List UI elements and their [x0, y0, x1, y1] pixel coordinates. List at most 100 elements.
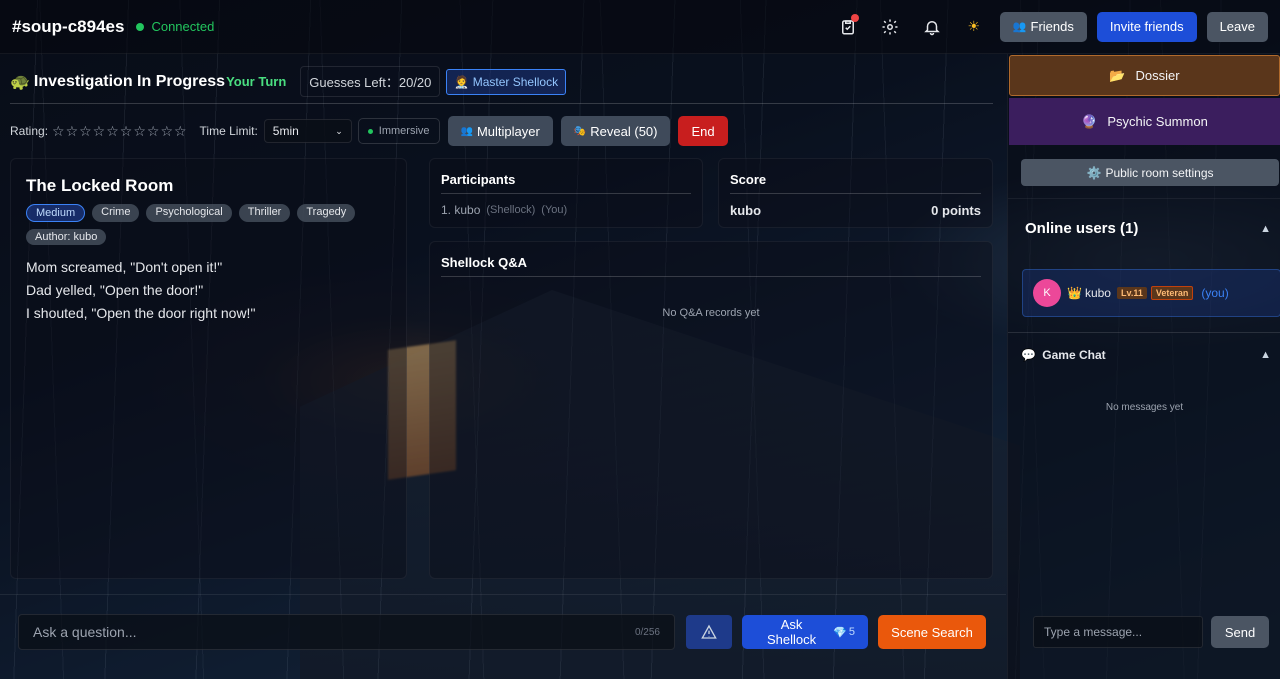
- time-limit-value: 5min: [272, 124, 299, 138]
- room-name: #soup-c894es: [12, 16, 125, 36]
- tasks-button[interactable]: [832, 11, 864, 43]
- scene-search-button[interactable]: Scene Search: [878, 615, 986, 649]
- folder-icon: 📂: [1109, 67, 1126, 83]
- send-button[interactable]: Send: [1211, 616, 1269, 648]
- qa-empty-message: No Q&A records yet: [662, 307, 760, 319]
- chat-empty-message: No messages yet: [1105, 402, 1184, 413]
- level-badge: Lv.11: [1116, 287, 1147, 299]
- master-icon: 🧑‍⚕️: [454, 74, 470, 89]
- game-chat-title: 💬 Game Chat: [1021, 348, 1106, 362]
- friends-button[interactable]: 👥 Friends: [999, 11, 1087, 42]
- app-root: #soup-c894es Connected ☀ 👥 Friends Invit…: [0, 0, 1280, 679]
- online-users-header[interactable]: Online users (1) ▲: [1008, 198, 1280, 258]
- score-row: kubo 0 points: [730, 203, 981, 218]
- reveal-button[interactable]: 🎭 Reveal (50): [560, 116, 671, 146]
- avatar: K: [1033, 279, 1061, 307]
- story-line: Mom screamed, "Don't open it!": [26, 259, 223, 275]
- leave-button[interactable]: Leave: [1206, 11, 1268, 42]
- room-settings-label: Public room settings: [1105, 165, 1214, 180]
- sun-icon: ☀: [967, 18, 981, 34]
- ask-input-wrapper: 0/256: [18, 614, 675, 650]
- your-turn-badge: Your Turn: [226, 74, 287, 89]
- chat-message-input[interactable]: [1033, 616, 1203, 648]
- bell-icon: [924, 20, 940, 35]
- online-user-card[interactable]: K 👑 kubo Lv.11 Veteran (you): [1022, 269, 1280, 317]
- tag-psychological: Psychological: [146, 204, 232, 222]
- gear-icon: [882, 19, 898, 34]
- tag-author: Author: kubo: [26, 229, 107, 245]
- tag-tragedy: Tragedy: [297, 204, 356, 222]
- chevron-down-icon: ⌄: [335, 125, 343, 136]
- top-bar: #soup-c894es Connected ☀ 👥 Friends Invit…: [0, 0, 1280, 54]
- score-panel: Score kubo 0 points: [718, 158, 993, 228]
- collapse-caret-icon: ▲: [1260, 348, 1271, 361]
- participant-role: (Shellock): [486, 204, 536, 216]
- master-shellock-tag: 🧑‍⚕️ Master Shellock: [446, 68, 567, 95]
- multiplayer-label: Multiplayer: [476, 123, 540, 139]
- story-title: The Locked Room: [26, 176, 174, 195]
- participants-title: Participants: [441, 172, 691, 194]
- ask-shellock-label: Ask Shellock: [767, 617, 817, 647]
- game-chat-title-label: Game Chat: [1042, 347, 1106, 362]
- friends-icon: 👥: [1012, 21, 1027, 33]
- participant-row: 1. kubo (Shellock) (You): [441, 203, 691, 217]
- room-settings-button[interactable]: ⚙️ Public room settings: [1021, 159, 1279, 186]
- ask-shellock-button[interactable]: Ask Shellock 💎 5: [742, 615, 868, 649]
- rating-stars[interactable]: ☆☆☆☆☆☆☆☆☆☆: [52, 123, 188, 140]
- status-title-label: Investigation In Progress: [33, 72, 226, 90]
- ask-question-input[interactable]: [33, 624, 635, 640]
- bottom-bar: 0/256 Ask Shellock 💎 5 Scene Search: [0, 594, 1006, 679]
- participant-name: 1. kubo: [441, 203, 481, 217]
- story-tags: Medium Crime Psychological Thriller Trag…: [26, 204, 376, 245]
- time-limit-select[interactable]: 5min ⌄: [263, 119, 352, 143]
- crystal-ball-icon: 🔮: [1081, 113, 1098, 129]
- right-sidebar: 📂 Dossier 🔮 Psychic Summon ⚙️ Public roo…: [1007, 54, 1280, 679]
- warning-icon: [701, 624, 717, 639]
- qa-panel: Shellock Q&A No Q&A records yet: [429, 241, 993, 579]
- immersive-dot-icon: [367, 128, 373, 134]
- crown-icon: 👑: [1067, 286, 1082, 300]
- end-button[interactable]: End: [678, 116, 728, 146]
- report-button[interactable]: [686, 615, 732, 649]
- psychic-label: Psychic Summon: [1107, 114, 1208, 129]
- status-row: 🐢 Investigation In Progress Your Turn Gu…: [10, 66, 993, 104]
- tag-thriller: Thriller: [238, 204, 291, 222]
- collapse-caret-icon: ▲: [1260, 222, 1271, 235]
- master-label: Master Shellock: [472, 74, 559, 89]
- user-name: kubo: [1084, 286, 1111, 300]
- invite-friends-button[interactable]: Invite friends: [1096, 11, 1197, 42]
- online-users-title: Online users (1): [1025, 220, 1139, 237]
- reveal-icon: 🎭: [573, 125, 587, 137]
- veteran-badge: Veteran: [1150, 286, 1194, 300]
- rating-label: Rating:: [10, 124, 49, 138]
- friends-label: Friends: [1030, 19, 1074, 34]
- gear-icon: ⚙️: [1086, 165, 1102, 180]
- chat-bubble-icon: 💬: [1021, 347, 1036, 362]
- notifications-button[interactable]: [916, 11, 948, 43]
- time-limit-label: Time Limit:: [199, 124, 258, 138]
- game-chat-header[interactable]: 💬 Game Chat ▲: [1008, 332, 1280, 376]
- ask-cost: 5: [848, 626, 855, 638]
- char-counter: 0/256: [634, 626, 660, 638]
- immersive-toggle[interactable]: Immersive: [357, 118, 440, 144]
- dossier-label: Dossier: [1135, 68, 1180, 83]
- diamond-icon: 💎: [833, 626, 847, 639]
- notification-dot: [850, 13, 859, 22]
- score-title: Score: [730, 172, 981, 194]
- tag-crime: Crime: [92, 204, 140, 222]
- participants-panel: Participants 1. kubo (Shellock) (You): [429, 158, 703, 228]
- connection-status-label: Connected: [151, 19, 215, 34]
- controls-row: Rating: ☆☆☆☆☆☆☆☆☆☆ Time Limit: 5min ⌄ Im…: [10, 116, 728, 146]
- story-panel: The Locked Room Medium Crime Psychologic…: [10, 158, 407, 579]
- psychic-summon-button[interactable]: 🔮 Psychic Summon: [1009, 98, 1280, 145]
- dossier-button[interactable]: 📂 Dossier: [1009, 55, 1280, 96]
- theme-toggle-button[interactable]: ☀: [958, 11, 990, 43]
- score-name: kubo: [730, 203, 762, 218]
- main-area: 🐢 Investigation In Progress Your Turn Gu…: [0, 54, 1006, 594]
- participant-you: (You): [541, 204, 568, 216]
- reveal-label: Reveal (50): [590, 123, 658, 139]
- settings-button[interactable]: [874, 11, 906, 43]
- multiplayer-button[interactable]: 👥 Multiplayer: [447, 116, 553, 146]
- you-label: (you): [1201, 286, 1229, 300]
- status-title: 🐢 Investigation In Progress: [10, 72, 225, 92]
